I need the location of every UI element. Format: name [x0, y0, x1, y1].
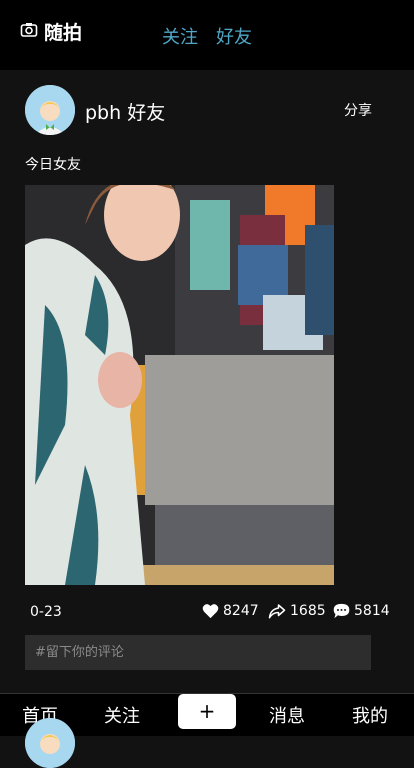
share-stat-button[interactable]: 1685 — [268, 603, 326, 619]
nav-follow[interactable]: 关注 — [104, 702, 140, 728]
comment-input[interactable] — [25, 635, 371, 670]
share-count: 1685 — [290, 603, 326, 619]
post-caption: 今日女友 — [25, 157, 81, 173]
comment-count: 5814 — [354, 603, 390, 619]
nav-messages[interactable]: 消息 — [269, 702, 305, 728]
next-post-avatar[interactable] — [25, 718, 75, 768]
app-title: 随拍 — [44, 22, 83, 44]
share-button[interactable]: 分享 — [344, 100, 372, 120]
like-count: 8247 — [223, 603, 259, 619]
add-post-button[interactable]: + — [178, 694, 236, 729]
speech-bubble-icon — [333, 603, 350, 619]
nav-profile[interactable]: 我的 — [352, 702, 388, 728]
forward-arrow-icon — [268, 604, 286, 619]
author-avatar[interactable] — [25, 85, 75, 135]
tab-follow[interactable]: 关注 — [162, 23, 198, 49]
tab-friends[interactable]: 好友 — [216, 23, 252, 49]
like-button[interactable]: 8247 — [202, 603, 259, 619]
heart-icon — [202, 604, 219, 619]
author-name[interactable]: pbh 好友 — [85, 98, 165, 125]
post-date: 0-23 — [30, 604, 62, 620]
camera-icon[interactable] — [20, 21, 38, 39]
comment-button[interactable]: 5814 — [333, 603, 390, 619]
top-bar: 随拍 关注 好友 — [0, 0, 414, 70]
post-photo[interactable] — [25, 185, 334, 585]
